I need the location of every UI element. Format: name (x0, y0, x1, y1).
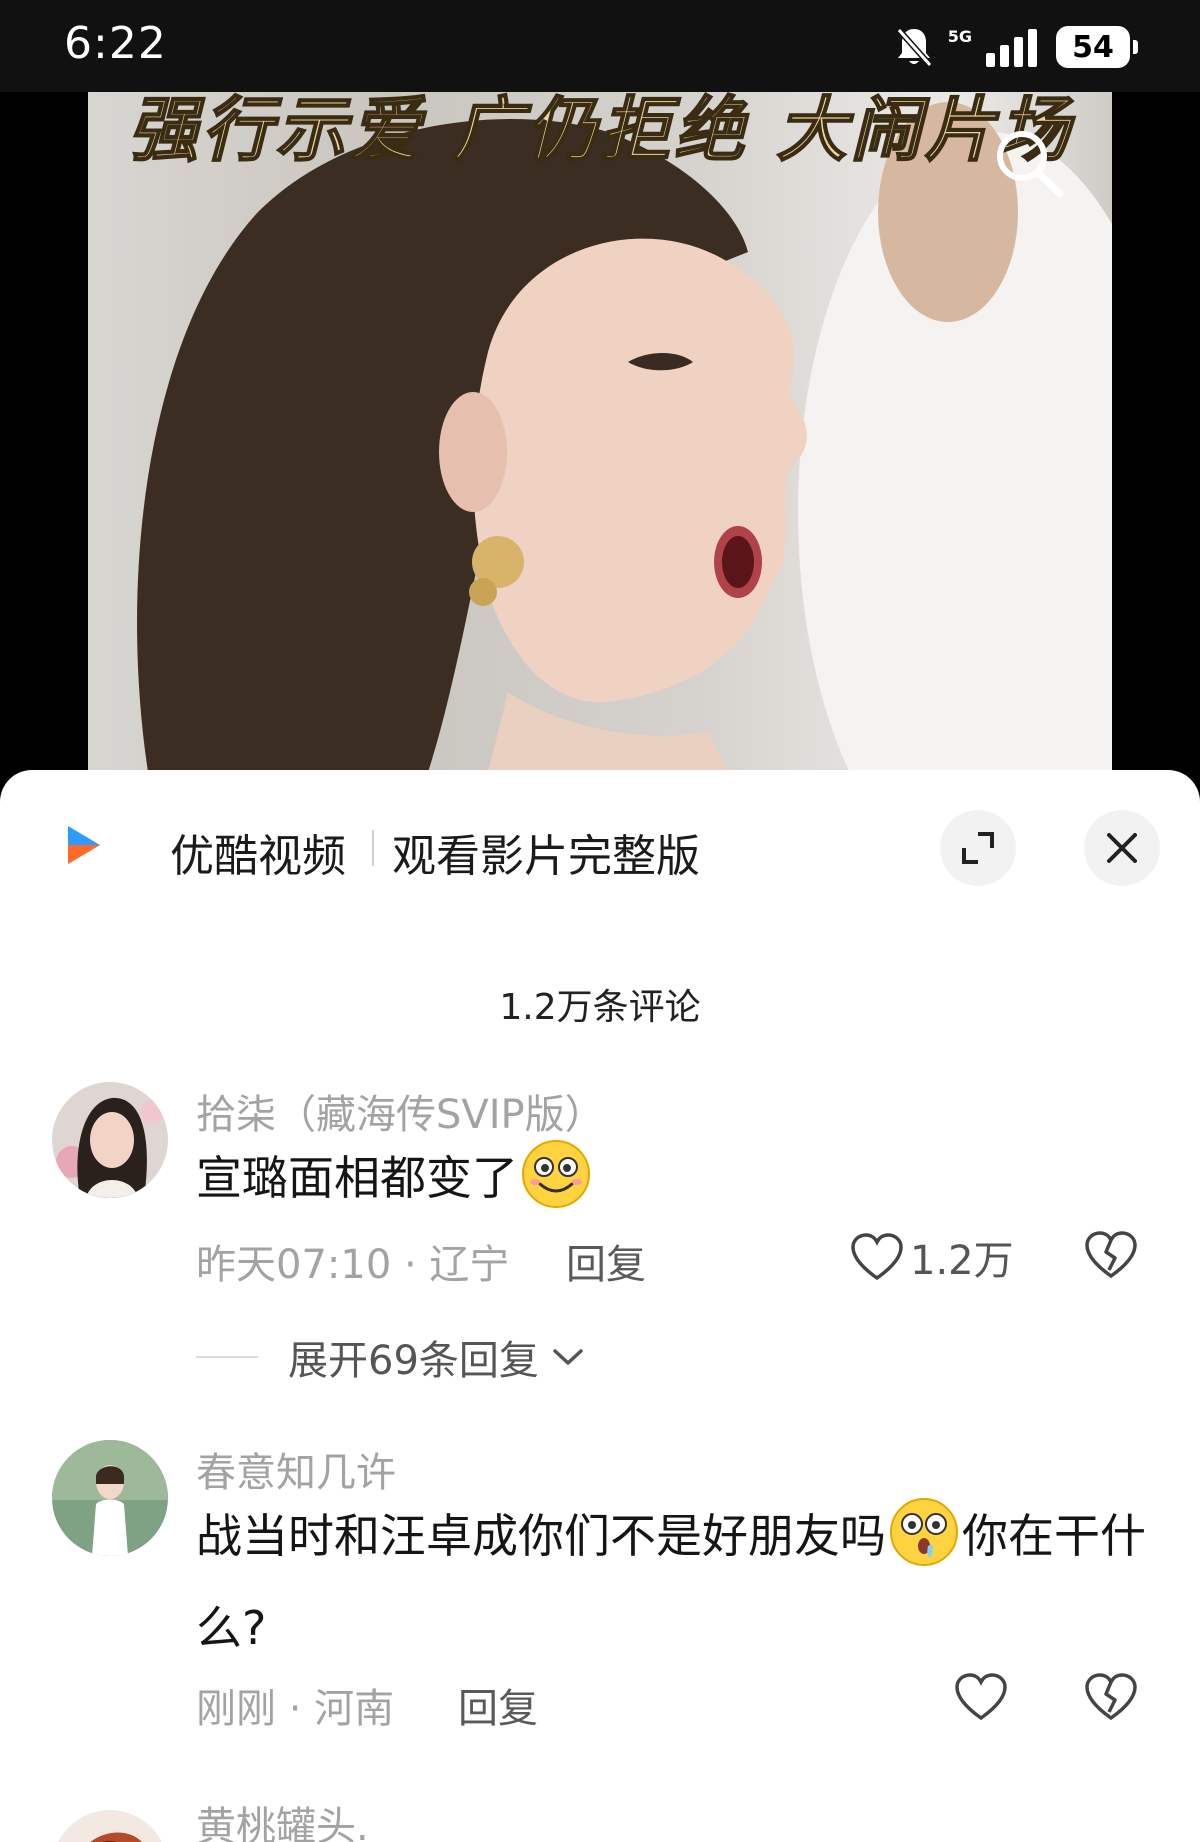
battery-level: 54 (1072, 29, 1114, 65)
signal-icon (986, 29, 1037, 67)
comment-meta: 昨天07:10 · 辽宁 (196, 1242, 510, 1288)
comment-text: 宣璐面相都变了 (196, 1132, 1156, 1224)
watch-full-link[interactable]: 观看影片完整版 (392, 820, 700, 884)
expand-icon (962, 832, 994, 864)
expand-replies-button[interactable]: 展开69条回复 (196, 1328, 585, 1386)
sheet-header: 优酷视频 观看影片完整版 (0, 770, 1200, 900)
comment-item: 黄桃罐头. (0, 1794, 1200, 1842)
expand-button[interactable] (940, 810, 1016, 886)
shocked-emoji-icon (890, 1498, 958, 1566)
comment-text: 战当时和汪卓成你们不是好朋友吗 你在干什么? (196, 1490, 1156, 1674)
broken-heart-icon[interactable] (1084, 1230, 1138, 1280)
divider-line (196, 1356, 258, 1358)
bell-off-icon (896, 28, 932, 67)
search-icon[interactable] (988, 122, 1068, 202)
comment-body-part1: 战当时和汪卓成你们不是好朋友吗 (196, 1509, 886, 1563)
close-icon (1107, 833, 1137, 863)
reply-button[interactable]: 回复 (566, 1232, 646, 1290)
status-time: 6:22 (64, 18, 167, 69)
avatar[interactable] (52, 1082, 168, 1198)
grinning-emoji-icon (522, 1140, 590, 1208)
comment-meta: 刚刚 · 河南 (196, 1686, 395, 1732)
comment-username[interactable]: 黄桃罐头. (196, 1794, 369, 1842)
app-name[interactable]: 优酷视频 (170, 820, 346, 884)
video-caption: 强行示爱 广仍拒绝 大闹片场 (127, 92, 1073, 172)
status-icons: 5G 54 (894, 22, 1138, 72)
close-button[interactable] (1084, 810, 1160, 886)
youku-logo-icon[interactable] (64, 822, 104, 868)
video-frame: 强行示爱 广仍拒绝 大闹片场 (88, 92, 1112, 772)
video-still-image (137, 102, 1112, 772)
like-button[interactable]: 1.2万 (850, 1228, 1014, 1286)
avatar[interactable] (52, 1440, 168, 1556)
chevron-down-icon (553, 1349, 583, 1365)
like-count: 1.2万 (910, 1238, 1014, 1284)
comment-item: 春意知几许 战当时和汪卓成你们不是好朋友吗 你在干什么? 刚刚 · 河南 回复 (0, 1440, 1200, 1800)
comment-count: 1.2万条评论 (499, 987, 701, 1028)
reply-button[interactable]: 回复 (458, 1676, 538, 1734)
phone-screen: 6:22 5G 54 强行示爱 广仍拒绝 大闹片场 优酷视频 观看影片完整版 1… (0, 0, 1200, 1842)
status-bar: 6:22 5G 54 (0, 0, 1200, 92)
broken-heart-icon[interactable] (1084, 1672, 1138, 1722)
expand-replies-label: 展开69条回复 (288, 1338, 539, 1384)
heart-icon[interactable] (954, 1672, 1008, 1722)
header-divider (372, 830, 374, 866)
avatar[interactable] (52, 1810, 168, 1842)
heart-icon (851, 1233, 903, 1281)
comment-item: 拾柒（藏海传SVIP版） 宣璐面相都变了 昨天07:10 · 辽宁 回复 1.2… (0, 1082, 1200, 1502)
network-type: 5G (947, 27, 972, 46)
battery-icon: 54 (1056, 26, 1138, 68)
comments-sheet: 优酷视频 观看影片完整版 1.2万条评论 拾柒（藏海传SVIP版） 宣璐面相都变… (0, 770, 1200, 1842)
comment-body: 宣璐面相都变了 (196, 1151, 518, 1205)
video-player[interactable]: 强行示爱 广仍拒绝 大闹片场 (0, 92, 1200, 772)
